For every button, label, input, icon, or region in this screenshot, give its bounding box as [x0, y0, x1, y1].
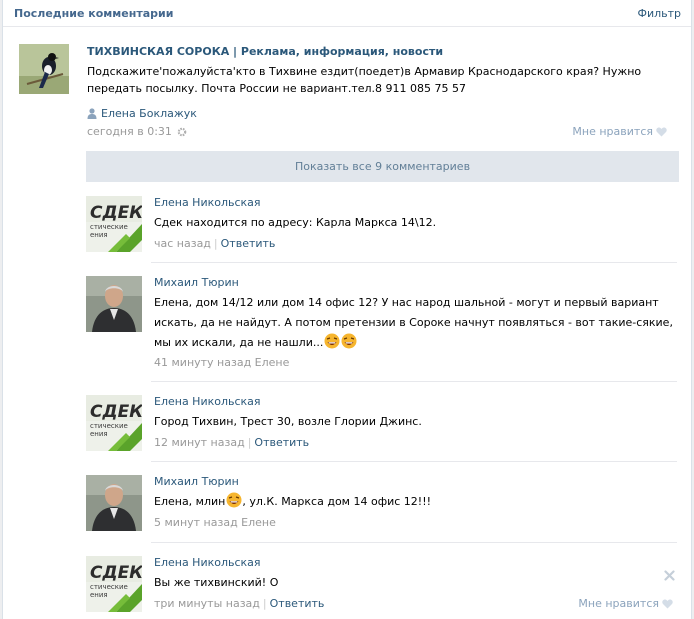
comments-panel: Последние комментарии Фильтр ТИХВИНСКАЯ …	[2, 0, 692, 619]
divider	[151, 461, 677, 462]
post: ТИХВИНСКАЯ СОРОКА | Реклама, информация,…	[19, 44, 679, 144]
divider	[151, 262, 677, 263]
user-avatar[interactable]	[86, 475, 142, 531]
laughing-emoji-icon	[341, 333, 357, 349]
comment-meta: 12 минут назад | Ответить	[154, 436, 310, 449]
post-date-row: сегодня в 0:31	[87, 125, 187, 138]
svg-text:СДЕК: СДЕК	[90, 563, 142, 583]
comment-time[interactable]: 5 минут назад Елене	[154, 516, 276, 529]
comment-text: Елена, млин, ул.К. Маркса дом 14 офис 12…	[154, 492, 684, 512]
like-label: Мне нравится	[572, 125, 653, 138]
divider	[151, 542, 677, 543]
panel-header: Последние комментарии Фильтр	[3, 0, 691, 27]
cdek-avatar[interactable]: СДЕК стические ения	[86, 395, 142, 451]
laughing-emoji-icon	[324, 333, 340, 349]
comment-time[interactable]: 41 минуту назад Елене	[154, 356, 289, 369]
comment-meta: час назад | Ответить	[154, 237, 276, 250]
comment-author-link[interactable]: Елена Никольская	[154, 196, 261, 209]
panel-title: Последние комментарии	[14, 7, 174, 20]
comment-time[interactable]: три минуты назад	[154, 597, 260, 610]
show-all-comments-button[interactable]: Показать все 9 комментариев	[86, 151, 679, 182]
comment-meta: 41 минуту назад Елене	[154, 356, 289, 369]
signer-name: Елена Боклажук	[101, 107, 197, 120]
divider	[151, 381, 677, 382]
comment: СДЕК стические ения Елена Никольская Вы …	[86, 556, 679, 616]
comment: Михаил Тюрин Елена, млин, ул.К. Маркса д…	[86, 475, 679, 535]
reply-link[interactable]: Ответить	[221, 237, 276, 250]
comment-author-link[interactable]: Елена Никольская	[154, 395, 261, 408]
comment-text: Сдек находится по адресу: Карла Маркса 1…	[154, 216, 437, 229]
comment: СДЕК стические ения Елена Никольская Сде…	[86, 196, 679, 256]
close-icon[interactable]	[664, 570, 675, 581]
comment-time[interactable]: час назад	[154, 237, 211, 250]
comment: Михаил Тюрин Елена, дом 14/12 или дом 14…	[86, 276, 679, 372]
cdek-logo-text: СДЕК	[90, 203, 142, 223]
heart-icon	[662, 599, 673, 609]
svg-text:стические: стические	[90, 223, 128, 231]
community-avatar[interactable]	[19, 44, 69, 94]
comment-author-link[interactable]: Михаил Тюрин	[154, 475, 239, 488]
comment-author-link[interactable]: Михаил Тюрин	[154, 276, 239, 289]
reply-link[interactable]: Ответить	[254, 436, 309, 449]
svg-text:СДЕК: СДЕК	[90, 402, 142, 422]
cdek-avatar[interactable]: СДЕК стические ения	[86, 556, 142, 612]
gear-icon[interactable]	[177, 127, 187, 137]
comment-time[interactable]: 12 минут назад	[154, 436, 245, 449]
comment-text: Город Тихвин, Трест 30, возле Глории Джи…	[154, 415, 422, 428]
heart-icon	[656, 127, 667, 137]
post-signer[interactable]: Елена Боклажук	[87, 107, 197, 120]
like-label: Мне нравится	[578, 597, 659, 610]
svg-text:ения: ения	[90, 591, 108, 599]
post-author-link[interactable]: ТИХВИНСКАЯ СОРОКА | Реклама, информация,…	[87, 45, 443, 58]
svg-text:ения: ения	[90, 231, 108, 239]
person-icon	[87, 108, 97, 119]
comment-like-button[interactable]: Мне нравится	[578, 597, 673, 610]
svg-text:ения: ения	[90, 430, 108, 438]
cdek-avatar[interactable]: СДЕК стические ения	[86, 196, 142, 252]
laughing-emoji-icon	[226, 492, 242, 508]
svg-text:стические: стические	[90, 583, 128, 591]
post-like-button[interactable]: Мне нравится	[572, 125, 667, 138]
comment-author-link[interactable]: Елена Никольская	[154, 556, 261, 569]
post-date[interactable]: сегодня в 0:31	[87, 125, 172, 138]
post-text: Подскажите'пожалуйста'кто в Тихвине езди…	[87, 65, 642, 95]
svg-text:стические: стические	[90, 422, 128, 430]
comment-text: Елена, дом 14/12 или дом 14 офис 12? У н…	[154, 296, 673, 349]
filter-link[interactable]: Фильтр	[637, 7, 681, 20]
comment-text: Вы же тихвинский! О	[154, 576, 279, 589]
comment: СДЕК стические ения Елена Никольская Гор…	[86, 395, 679, 455]
reply-link[interactable]: Ответить	[270, 597, 325, 610]
comment-meta: три минуты назад | Ответить	[154, 597, 325, 610]
user-avatar[interactable]	[86, 276, 142, 332]
comment-meta: 5 минут назад Елене	[154, 516, 276, 529]
